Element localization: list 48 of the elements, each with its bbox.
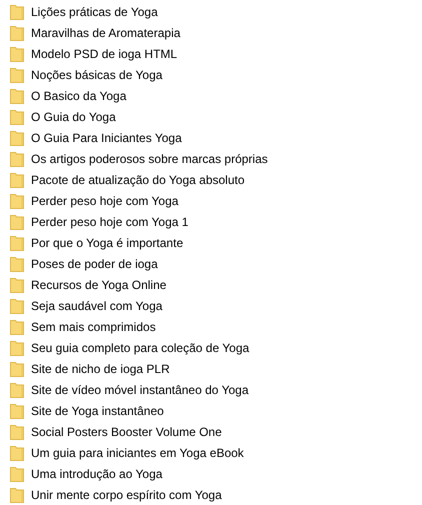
- folder-icon: [10, 318, 24, 334]
- folder-icon: [10, 4, 24, 20]
- folder-icon: [10, 256, 24, 272]
- folder-item[interactable]: Uma introdução ao Yoga: [0, 463, 422, 484]
- folder-icon: [10, 340, 24, 356]
- folder-icon: [10, 46, 24, 62]
- folder-item[interactable]: Recursos de Yoga Online: [0, 274, 422, 295]
- folder-icon: [10, 466, 24, 482]
- folder-icon: [10, 66, 24, 82]
- folder-icon: [10, 486, 24, 502]
- folder-item[interactable]: Seja saudável com Yoga: [0, 295, 422, 316]
- folder-item[interactable]: Unir mente corpo espírito com Yoga: [0, 484, 422, 505]
- folder-icon: [10, 402, 24, 418]
- folder-item[interactable]: Modelo PSD de ioga HTML: [0, 43, 422, 64]
- folder-item[interactable]: Sem mais comprimidos: [0, 316, 422, 337]
- folder-item[interactable]: Pacote de atualização do Yoga absoluto: [0, 169, 422, 190]
- folder-icon: [10, 298, 24, 314]
- folder-icon: [10, 424, 24, 440]
- folder-item[interactable]: O Guia Para Iniciantes Yoga: [0, 127, 422, 148]
- folder-item[interactable]: O Guia do Yoga: [0, 106, 422, 127]
- folder-icon: [10, 88, 24, 104]
- folder-item[interactable]: O Basico da Yoga: [0, 85, 422, 106]
- folder-icon: [10, 214, 24, 230]
- folder-item[interactable]: Os artigos poderosos sobre marcas próprias: [0, 148, 422, 169]
- folder-icon: [10, 108, 24, 124]
- folder-item[interactable]: Por que o Yoga é importante: [0, 232, 422, 253]
- folder-icon: [10, 172, 24, 188]
- folder-icon: [10, 192, 24, 208]
- folder-item[interactable]: Site de nicho de ioga PLR: [0, 358, 422, 379]
- folder-icon: [10, 150, 24, 166]
- folder-item[interactable]: Um guia para iniciantes em Yoga eBook: [0, 442, 422, 463]
- folder-icon: [10, 382, 24, 398]
- folder-item[interactable]: Social Posters Booster Volume One: [0, 421, 422, 442]
- folder-item[interactable]: Perder peso hoje com Yoga 1: [0, 211, 422, 232]
- folder-item[interactable]: Seu guia completo para coleção de Yoga: [0, 337, 422, 358]
- folder-icon: [10, 130, 24, 146]
- folder-icon: [10, 24, 24, 40]
- folder-item[interactable]: Site de Yoga instantâneo: [0, 400, 422, 421]
- folder-item[interactable]: Poses de poder de ioga: [0, 253, 422, 274]
- folder-icon: [10, 360, 24, 376]
- folder-icon: [10, 276, 24, 292]
- folder-item[interactable]: Maravilhas de Aromaterapia: [0, 22, 422, 43]
- folder-icon: [10, 444, 24, 460]
- folder-icon: [10, 234, 24, 250]
- folder-item[interactable]: Noções básicas de Yoga: [0, 64, 422, 85]
- folder-item[interactable]: Lições práticas de Yoga: [0, 1, 422, 22]
- folder-item[interactable]: Perder peso hoje com Yoga: [0, 190, 422, 211]
- folder-item[interactable]: Site de vídeo móvel instantâneo do Yoga: [0, 379, 422, 400]
